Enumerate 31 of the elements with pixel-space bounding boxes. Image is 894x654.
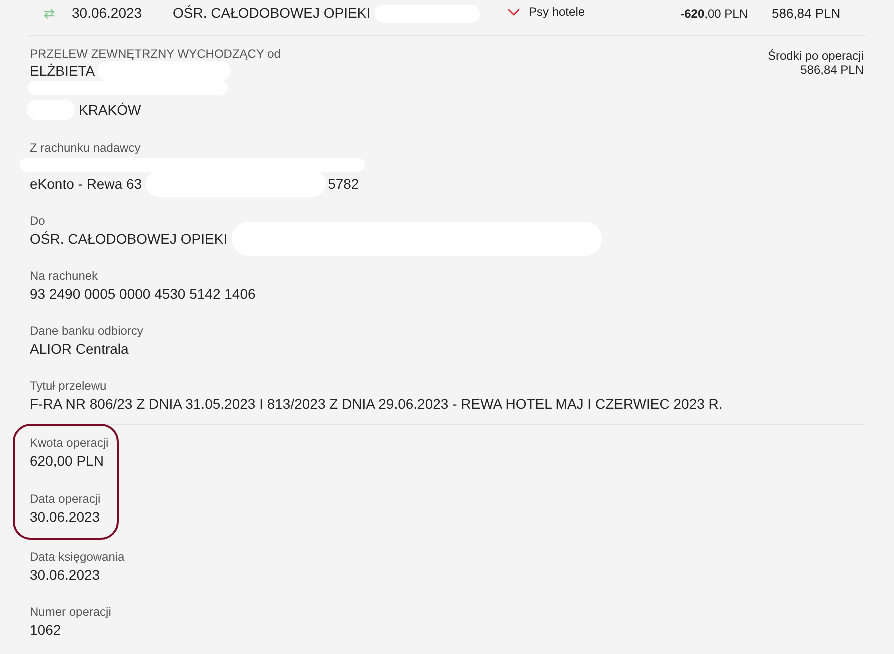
- balance-amount: 586,84 PLN: [772, 4, 841, 23]
- field-value: 30.06.2023: [30, 508, 100, 526]
- balance-after-value: 586,84 PLN: [800, 63, 864, 77]
- field-value: F-RA NR 806/23 Z DNIA 31.05.2023 I 813/2023 Z DNIA 29.06.2023 - REWA HOTEL MAJ I CZERWIEC 2023 R.: [30, 394, 723, 414]
- field-label: Kwota operacji: [30, 435, 109, 451]
- field-label: Tytuł przelewu: [30, 378, 107, 394]
- field-value: 93 2490 0005 0000 4530 5142 1406: [30, 284, 256, 304]
- field-label: Dane banku odbiorcy: [30, 323, 144, 339]
- field-value: eKonto - Rewa 63: [30, 174, 142, 194]
- field-value: 1062: [30, 620, 62, 640]
- field-label: Do: [30, 213, 46, 229]
- field-label: Na rachunek: [30, 268, 98, 284]
- field-label: Data operacji: [30, 491, 101, 507]
- balance-after-label: Środki po operacji: [768, 49, 864, 63]
- transfer-type-label: PRZELEW ZEWNĘTRZNY WYCHODZĄCY od: [30, 46, 281, 62]
- transfer-arrows-icon: [44, 8, 55, 18]
- field-label: Data księgowania: [30, 549, 125, 565]
- field-value: OŚR. CAŁODOBOWEJ OPIEKI: [30, 230, 228, 248]
- field-label: Numer operacji: [30, 604, 112, 620]
- field-label: Z rachunku nadawcy: [30, 140, 141, 156]
- category-label[interactable]: Psy hotele: [529, 2, 586, 20]
- payee-name: OŚR. CAŁODOBOWEJ OPIEKI: [173, 4, 371, 23]
- chevron-down-icon[interactable]: [508, 8, 520, 16]
- field-value: ALIOR Centrala: [30, 340, 129, 358]
- field-value: 5782: [328, 174, 360, 194]
- transaction-date: 30.06.2023: [72, 4, 144, 23]
- field-value: 30.06.2023: [30, 566, 100, 584]
- sender-text: KRAKÓW: [79, 100, 142, 120]
- field-value: 620,00 PLN: [30, 452, 104, 470]
- transaction-amount: -620,00 PLN: [680, 6, 748, 22]
- sender-text: ELŻBIETA: [30, 62, 96, 80]
